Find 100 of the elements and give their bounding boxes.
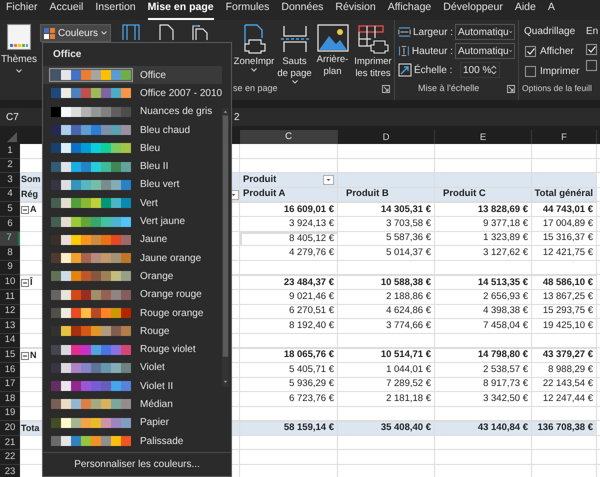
theme-name: Orange rouge	[140, 288, 202, 302]
dialog-launcher-icon[interactable]	[507, 85, 515, 93]
ribbon-button[interactable]: Arrière-plan	[314, 24, 351, 78]
table-cell: 15 316,37 €	[532, 232, 597, 246]
dropdown-field[interactable]: Automatiqu	[455, 43, 515, 59]
color-theme-item[interactable]: Rouge violet	[43, 340, 222, 359]
table-cell: 2 181,18 €	[338, 392, 435, 407]
theme-name: Vert	[140, 196, 158, 211]
customize-colors-link[interactable]: Personnaliser les couleurs...	[74, 457, 200, 472]
table-cell: 6 723,76 €	[240, 392, 338, 407]
row-number[interactable]: 8	[0, 246, 20, 261]
ribbon-tab[interactable]: Affichage	[388, 0, 432, 20]
themes-button[interactable]: Thèmes	[0, 20, 38, 100]
row-number[interactable]: 5	[0, 202, 20, 217]
row-number[interactable]: 10	[0, 275, 20, 290]
theme-name: Violet II	[140, 380, 174, 394]
table-cell: 44 743,01 €	[532, 202, 597, 217]
dialog-launcher-icon[interactable]	[382, 85, 390, 93]
ribbon-tab[interactable]: Accueil	[50, 0, 84, 20]
collapse-icon[interactable]	[21, 206, 29, 214]
table-cell: 23 484,37 €	[240, 275, 338, 290]
table-cell: 43 379,27 €	[532, 348, 597, 363]
checkbox[interactable]	[586, 44, 597, 55]
ribbon-tab[interactable]: Fichier	[6, 0, 38, 20]
table-cell: 8 988,29 €	[532, 362, 597, 378]
table-cell: 3 127,62 €	[435, 246, 532, 261]
ribbon-button[interactable]: Imprimer les titres	[352, 24, 394, 80]
table-cell: 136 708,38 €	[532, 421, 597, 436]
color-theme-item[interactable]: Jaune	[43, 230, 222, 249]
ribbon-tab[interactable]: Développeur	[443, 0, 503, 20]
color-theme-item[interactable]: Palissade	[43, 432, 222, 450]
ribbon-tab[interactable]: A	[548, 0, 555, 20]
color-theme-item[interactable]: Office 2007 - 2010	[43, 84, 222, 103]
colors-button[interactable]: Couleurs	[40, 24, 112, 42]
color-theme-item[interactable]: Médian	[43, 395, 222, 414]
row-number[interactable]: 1	[0, 144, 20, 159]
landscape-picture-icon	[316, 24, 348, 52]
row-number[interactable]: 7	[0, 232, 20, 246]
color-theme-item[interactable]: Bleu II	[43, 157, 222, 176]
row-number[interactable]: 12	[0, 304, 20, 320]
row-number[interactable]: 3	[0, 173, 20, 188]
table-cell: 43 140,84 €	[435, 421, 532, 436]
ribbon-tab[interactable]: Formules	[226, 0, 270, 20]
collapse-icon[interactable]	[21, 278, 29, 287]
color-theme-item[interactable]: Rouge orange	[43, 304, 222, 322]
color-theme-item[interactable]: Jaune orange	[43, 248, 222, 268]
checkbox[interactable]	[525, 66, 536, 77]
group-label: se en page	[233, 82, 278, 96]
table-cell-text: Rég	[21, 188, 38, 201]
theme-name: Médian	[140, 398, 173, 412]
row-number[interactable]: 17	[0, 378, 20, 392]
color-theme-item[interactable]: Violet	[43, 358, 222, 378]
table-cell: 5 587,36 €	[338, 232, 435, 246]
collapse-icon[interactable]	[21, 352, 29, 360]
ribbon-tab[interactable]: Insertion	[95, 0, 136, 20]
theme-name: Office	[140, 68, 166, 83]
theme-name: Jaune	[140, 233, 168, 248]
row-number[interactable]: 15	[0, 348, 20, 363]
row-number[interactable]: 19	[0, 406, 20, 422]
table-cell: 3 774,66 €	[338, 319, 435, 334]
checkbox[interactable]	[525, 46, 536, 57]
spinner-arrows-icon[interactable]	[491, 65, 497, 75]
color-theme-item[interactable]: Bleu	[43, 139, 222, 158]
active-cell[interactable]: 8 405,12 €	[240, 232, 338, 246]
color-theme-item[interactable]: Violet II	[43, 377, 222, 396]
table-cell: 1 044,01 €	[338, 362, 435, 378]
row-number[interactable]: 22	[0, 450, 20, 466]
color-theme-item[interactable]: Papier	[43, 414, 222, 432]
themes-icon	[7, 24, 31, 50]
color-theme-item[interactable]: Rouge	[43, 322, 222, 340]
color-theme-item[interactable]: Vert	[43, 194, 222, 212]
color-theme-item[interactable]: Office	[43, 66, 222, 84]
ribbon-tab[interactable]: Aide	[514, 0, 536, 20]
color-theme-item[interactable]: Bleu vert	[43, 176, 222, 194]
ribbon-button[interactable]: ZoneImpr	[233, 24, 275, 72]
row-number[interactable]: 14	[0, 334, 20, 348]
row-number[interactable]: 9	[0, 260, 20, 276]
color-theme-item[interactable]: Vert jaune	[43, 212, 222, 231]
row-number[interactable]: 21	[0, 436, 20, 450]
ribbon-button[interactable]: Sauts de page	[276, 24, 313, 84]
checkbox[interactable]	[586, 60, 597, 71]
table-cell: 2 656,93 €	[435, 290, 532, 305]
row-number[interactable]: 20	[0, 421, 20, 436]
theme-name: Papier	[140, 416, 169, 430]
filter-dropdown-icon[interactable]	[323, 174, 334, 185]
color-theme-item[interactable]: Orange rouge	[43, 286, 222, 304]
row-number[interactable]: 6	[0, 216, 20, 232]
ribbon-tab[interactable]: Révision	[335, 0, 376, 20]
group-heading: En	[586, 25, 598, 39]
dropdown-field[interactable]: Automatiqu	[455, 24, 515, 40]
row-number[interactable]: 2	[0, 158, 20, 174]
row-number[interactable]: 18	[0, 392, 20, 407]
scale-spinner[interactable]: 100 %	[460, 62, 500, 78]
row-number[interactable]: 11	[0, 290, 20, 305]
row-number[interactable]: 13	[0, 319, 20, 334]
row-number[interactable]: 16	[0, 362, 20, 378]
ribbon-tab[interactable]: Données	[281, 0, 324, 20]
row-number[interactable]: 4	[0, 188, 20, 202]
theme-name: Vert jaune	[140, 215, 186, 230]
color-theme-item[interactable]: Orange	[43, 267, 222, 286]
